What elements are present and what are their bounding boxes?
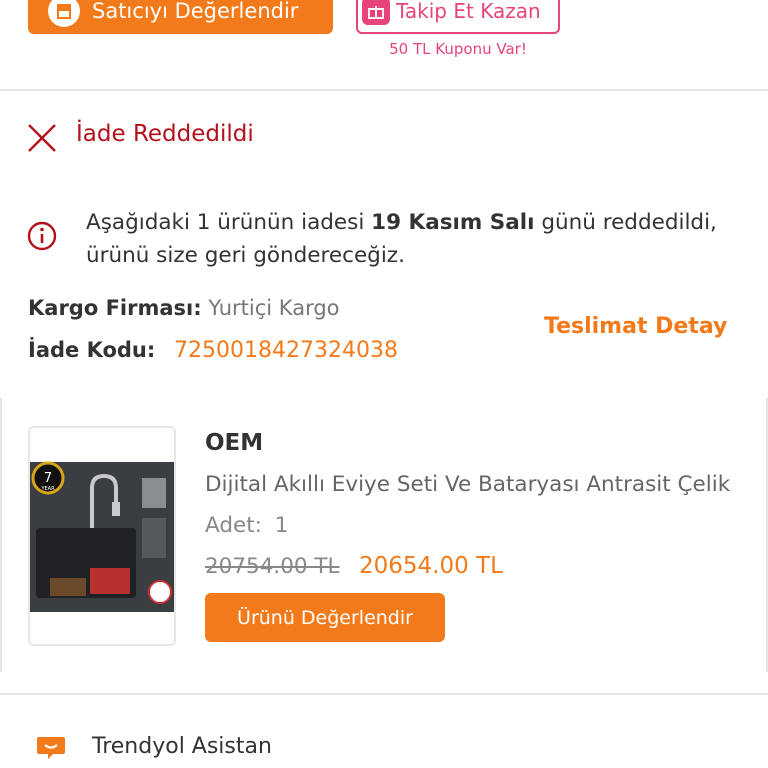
qty-value: 1 (274, 513, 289, 538)
gift-icon (362, 0, 390, 25)
badge-sub: YEAR (40, 486, 55, 492)
current-price: 20654.00 TL (359, 553, 503, 579)
rejection-notice: Aşağıdaki 1 ürünün iadesi 19 Kasım Salı … (86, 206, 746, 272)
cargo-value: Yurtiçi Kargo (208, 296, 340, 320)
badge-number: 7 (44, 471, 52, 486)
follow-earn-label: Takip Et Kazan (396, 0, 541, 23)
qty-label: Adet: (205, 513, 262, 538)
notice-date: 19 Kasım Salı (371, 210, 535, 235)
review-product-button[interactable]: Ürünü Değerlendir (205, 593, 445, 642)
follow-earn-button[interactable]: Takip Et Kazan (356, 0, 560, 34)
old-price: 20754.00 TL (205, 554, 340, 579)
coupon-note: 50 TL Kuponu Var! (389, 40, 527, 58)
product-image[interactable]: 7 YEAR (28, 426, 176, 646)
return-code-row: İade Kodu: 7250018427324038 (28, 338, 398, 363)
cargo-company-row: Kargo Firması: Yurtiçi Kargo (28, 296, 340, 320)
product-name[interactable]: Dijital Akıllı Eviye Seti Ve Bataryası A… (205, 472, 740, 497)
trendyol-assistant-link[interactable]: Trendyol Asistan (92, 734, 272, 759)
cargo-label: Kargo Firması: (28, 296, 202, 320)
product-quantity: Adet: 1 (205, 513, 288, 538)
chat-assistant-icon (37, 737, 65, 759)
close-icon (28, 124, 56, 152)
store-icon (48, 0, 80, 27)
rate-seller-label: Satıcıyı Değerlendir (92, 0, 299, 23)
return-code-value[interactable]: 7250018427324038 (174, 338, 398, 363)
card-border-left (0, 398, 2, 672)
notice-part1: Aşağıdaki 1 ürünün iadesi (86, 210, 372, 235)
section-divider (0, 693, 768, 695)
info-icon (27, 221, 57, 251)
return-status-label: İade Reddedildi (76, 121, 254, 147)
delivery-detail-link[interactable]: Teslimat Detay (544, 314, 727, 339)
rate-seller-button[interactable]: Satıcıyı Değerlendir (28, 0, 333, 34)
section-divider (0, 89, 768, 91)
product-brand: OEM (205, 430, 264, 456)
return-code-label: İade Kodu: (28, 338, 156, 362)
